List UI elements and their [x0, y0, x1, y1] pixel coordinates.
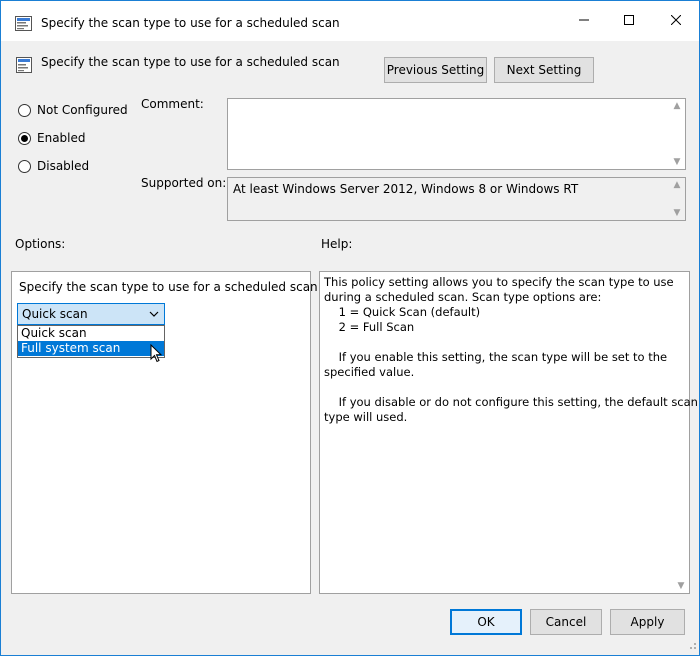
maximize-button[interactable]	[606, 1, 652, 41]
supported-on-field: At least Windows Server 2012, Windows 8 …	[227, 177, 686, 221]
previous-setting-button[interactable]: Previous Setting	[384, 57, 487, 83]
radio-circle[interactable]	[18, 103, 31, 117]
comment-scrollbar[interactable]: ▲ ▼	[669, 99, 685, 169]
comment-textarea[interactable]: ▲ ▼	[227, 98, 686, 170]
help-line: specified value.	[324, 365, 415, 379]
supported-on-label: Supported on:	[141, 176, 227, 190]
radio-label: Not Configured	[37, 103, 128, 117]
mouse-pointer-icon	[150, 343, 164, 364]
dropdown-item-full-system-scan[interactable]: Full system scan	[18, 341, 164, 356]
ok-button[interactable]: OK	[450, 609, 522, 635]
cancel-button[interactable]: Cancel	[530, 609, 602, 635]
help-line: This policy setting allows you to specif…	[324, 275, 674, 289]
help-line: If you disable or do not configure this …	[324, 395, 698, 409]
scan-type-dropdown-list: Quick scan Full system scan	[17, 325, 165, 358]
scroll-down-icon[interactable]: ▼	[674, 208, 681, 218]
help-line: If you enable this setting, the scan typ…	[324, 350, 668, 364]
help-label: Help:	[321, 237, 353, 251]
radio-circle[interactable]	[18, 131, 31, 145]
radio-label: Disabled	[37, 159, 90, 173]
supported-scrollbar[interactable]: ▲ ▼	[669, 178, 685, 220]
scroll-down-icon[interactable]: ▼	[674, 157, 681, 167]
policy-dialog-window: Specify the scan type to use for a sched…	[0, 0, 700, 656]
close-button[interactable]	[653, 1, 699, 41]
help-scrollbar[interactable]: ▼	[673, 573, 689, 593]
resize-grip-icon[interactable]	[687, 639, 697, 653]
radio-not-configured[interactable]: Not Configured	[18, 103, 128, 117]
help-text: This policy setting allows you to specif…	[324, 275, 698, 425]
scroll-up-icon[interactable]: ▲	[674, 101, 681, 111]
help-line: type will used.	[324, 410, 408, 424]
title-bar[interactable]: Specify the scan type to use for a sched…	[1, 1, 699, 41]
maximize-icon	[624, 14, 634, 28]
minimize-button[interactable]	[561, 1, 607, 41]
comment-label: Comment:	[141, 97, 204, 111]
radio-disabled[interactable]: Disabled	[18, 159, 89, 173]
apply-button[interactable]: Apply	[610, 609, 685, 635]
next-setting-button[interactable]: Next Setting	[494, 57, 594, 83]
radio-enabled[interactable]: Enabled	[18, 131, 86, 145]
options-label: Options:	[15, 237, 66, 251]
help-line: during a scheduled scan. Scan type optio…	[324, 290, 602, 304]
radio-label: Enabled	[37, 131, 86, 145]
scroll-down-icon[interactable]: ▼	[678, 581, 685, 591]
setting-header-icon	[15, 56, 33, 74]
combo-value: Quick scan	[22, 307, 88, 321]
chevron-down-icon[interactable]	[149, 308, 159, 322]
scroll-up-icon[interactable]: ▲	[674, 180, 681, 190]
scan-type-combobox[interactable]: Quick scan	[17, 303, 165, 325]
help-line: 2 = Full Scan	[324, 320, 415, 334]
window-title: Specify the scan type to use for a sched…	[41, 16, 340, 30]
supported-on-value: At least Windows Server 2012, Windows 8 …	[233, 182, 579, 196]
help-line: 1 = Quick Scan (default)	[324, 305, 481, 319]
minimize-icon	[579, 14, 589, 28]
policy-setting-icon	[15, 16, 32, 31]
close-icon	[670, 14, 682, 28]
setting-title: Specify the scan type to use for a sched…	[41, 55, 340, 69]
dropdown-item-quick-scan[interactable]: Quick scan	[18, 326, 164, 341]
radio-circle[interactable]	[18, 159, 31, 173]
scan-type-setting-label: Specify the scan type to use for a sched…	[19, 280, 318, 294]
